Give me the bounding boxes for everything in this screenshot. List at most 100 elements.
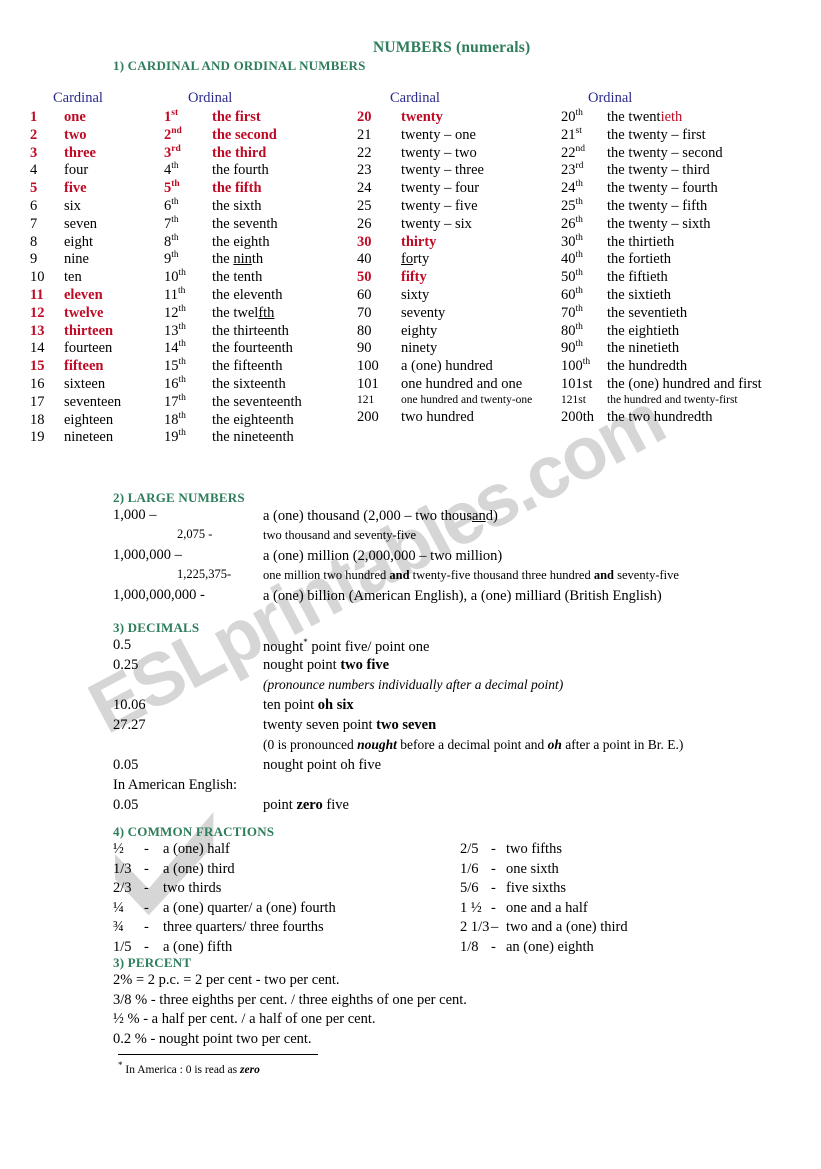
cell-cardinal: twenty – five [401,197,478,214]
footnote-text: In America : 0 is read as [125,1063,241,1076]
table-row: 1 one 1st the first [30,108,302,128]
cell-ordinal-word: the seventh [212,215,278,232]
cell-number: 13 [30,322,45,339]
table-row: 4 four 4th the fourth [30,162,302,181]
cell-ordinal-word: the twenty – fourth [607,180,718,197]
fraction-dash: - [144,899,149,916]
cell-cardinal: twenty – one [401,126,476,143]
cell-ordinal-number: 12th [164,303,186,321]
table-row: 23 twenty – three 23rd the twenty – third [357,161,762,181]
cell-ordinal-word: the twenty – first [607,126,706,143]
table-row: 200 two hundred 200th the two hundredth [357,408,762,428]
cell-ordinal-number: 50th [561,268,583,286]
percent-row: ½ % - a half per cent. / a half of one p… [113,1011,376,1027]
cell-number: 17 [30,393,45,410]
cell-number: 5 [30,180,38,197]
table-row: 7 seven 7th the seventh [30,215,302,235]
cell-cardinal: twenty – three [401,162,484,179]
cell-ordinal-number: 15th [164,357,186,375]
cell-cardinal: seven [64,215,98,232]
cell-number: 25 [357,197,372,214]
large-number-label: 1,000,000 – [113,547,182,563]
cell-number: 6 [30,197,38,214]
decimal-row: 10.06 ten point oh six [113,697,813,717]
column-header-ordinal-right: Ordinal [588,90,633,106]
cell-number: 60 [357,286,372,303]
cell-number: 11 [30,286,44,303]
cell-ordinal-word: the hundred and twenty-first [607,393,738,406]
fraction-text: a (one) quarter/ a (one) fourth [163,899,336,916]
fraction-text: an (one) eighth [506,938,594,955]
cell-cardinal: thirteen [64,322,114,339]
section-heading-common-fractions: 4) COMMON FRACTIONS [113,824,275,839]
cell-ordinal-word: the fourteenth [212,340,293,357]
large-number-value: one million two hundred and twenty-five … [263,568,679,582]
cell-ordinal-word: the sixtieth [607,286,672,303]
cell-cardinal: sixty [401,286,430,303]
section-heading-cardinal-ordinal: 1) CARDINAL AND ORDINAL NUMBERS [113,58,366,73]
table-row: 20 twenty 20th the twentieth [357,108,762,128]
cell-number: 70 [357,304,372,321]
cell-ordinal-word: the twelfth [212,304,275,321]
table-row: 19 nineteen 19th the nineteenth [30,429,302,448]
fraction-row-left: ¾ - three quarters/ three fourths [113,919,453,939]
fraction-row-left: 1/3- a (one) third [113,861,453,881]
cell-ordinal-word: the twentieth [607,109,683,125]
cell-cardinal: three [64,144,96,161]
cell-cardinal: eighteen [64,411,114,428]
fraction-value: 5/6 [460,880,479,896]
cell-number: 26 [357,215,372,232]
cell-ordinal-number: 60th [561,286,583,303]
large-numbers-list: 1,000 – a (one) thousand (2,000 – two tho… [113,508,813,608]
fraction-value: 2/3 [113,880,132,896]
fraction-text: one and a half [506,899,588,916]
cell-number: 121 [357,393,375,406]
cell-number: 3 [30,144,38,161]
decimal-row: 0.05 point zero five [113,797,813,817]
fraction-text: a (one) third [163,860,235,877]
table-row: 15 fifteen 15th the fifteenth [30,357,302,377]
cell-number: 24 [357,180,372,197]
cell-number: 19 [30,429,45,446]
cell-ordinal-number: 25th [561,197,583,214]
table-row: 80 eighty 80th the eightieth [357,321,762,342]
cell-number: 23 [357,162,372,179]
decimal-value: nought point two five [263,657,390,673]
fraction-dash: - [144,880,149,896]
decimal-value: (0 is pronounced nought before a decimal… [263,737,684,752]
cardinal-ordinal-table-left: 1 one 1st the first 2 two 2nd the second 3 three 3… [30,108,302,448]
fraction-dash: - [491,938,496,955]
decimal-row: (0 is pronounced nought before a decimal… [113,737,813,757]
table-row: 10 ten 10th the tenth [30,268,302,288]
table-row: 26 twenty – six 26th the twenty – sixth [357,215,762,235]
cell-number: 10 [30,269,45,286]
cell-number: 100 [357,358,379,375]
cell-ordinal-number: 80th [561,321,583,339]
cell-ordinal-word: the hundredth [607,358,688,375]
cell-number: 90 [357,340,372,357]
cell-cardinal: eight [64,233,93,250]
cell-ordinal-number: 10th [164,268,186,286]
fraction-value: 1/6 [460,860,479,877]
cell-cardinal: twenty – two [401,144,477,161]
cell-ordinal-number: 23rd [561,161,584,179]
table-row: 25 twenty – five 25th the twenty – fifth [357,197,762,217]
cell-ordinal-number: 101st [561,375,593,392]
cell-cardinal: fourteen [64,340,113,357]
cell-ordinal-number: 17th [164,392,186,410]
cell-cardinal: nineteen [64,429,114,446]
large-number-value: a (one) million (2,000,000 – two million… [263,548,503,564]
cell-number: 21 [357,126,372,143]
cell-cardinal: two [64,126,87,143]
cell-cardinal: fifty [401,269,427,286]
cell-ordinal-number: 20th [561,108,583,125]
cell-number: 15 [30,358,45,375]
table-row: 50 fifty 50th the fiftieth [357,268,762,288]
cell-ordinal-number: 22nd [561,143,585,161]
cell-ordinal-number: 121st [561,393,586,406]
cell-number: 200 [357,408,379,425]
fraction-value: 2/5 [460,841,479,857]
fraction-value: ¼ [113,899,124,916]
cell-cardinal: five [64,180,87,197]
cell-cardinal: fifteen [64,358,104,375]
